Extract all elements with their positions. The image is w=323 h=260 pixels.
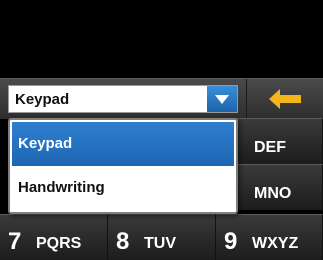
menu-item-handwriting-label: Handwriting [18, 179, 105, 196]
menu-item-keypad[interactable]: Keypad [12, 122, 234, 166]
key-9[interactable]: 9 WXYZ [216, 214, 323, 260]
triangle-down-icon [215, 95, 229, 104]
input-mode-value: Keypad [15, 91, 70, 108]
input-mode-menu: Keypad Handwriting [8, 118, 238, 214]
input-mode-select[interactable]: Keypad [8, 85, 238, 113]
key-9-letters: WXYZ [252, 235, 299, 252]
key-7-letters: PQRS [36, 235, 82, 252]
dropdown-toggle-button[interactable] [207, 86, 237, 112]
key-9-number: 9 [224, 228, 238, 255]
menu-item-handwriting[interactable]: Handwriting [12, 166, 234, 210]
status-area [0, 0, 323, 78]
menu-item-keypad-label: Keypad [18, 135, 73, 152]
arrow-left-icon [269, 89, 301, 109]
backspace-button[interactable] [246, 79, 323, 119]
key-8-number: 8 [116, 228, 130, 255]
key-6-letters: MNO [254, 185, 292, 202]
key-7-number: 7 [8, 228, 22, 255]
key-3-letters: DEF [254, 139, 286, 156]
key-8[interactable]: 8 TUV [108, 214, 216, 260]
input-toolbar: Keypad [0, 78, 323, 119]
key-7[interactable]: 7 PQRS [0, 214, 108, 260]
key-8-letters: TUV [144, 235, 176, 252]
